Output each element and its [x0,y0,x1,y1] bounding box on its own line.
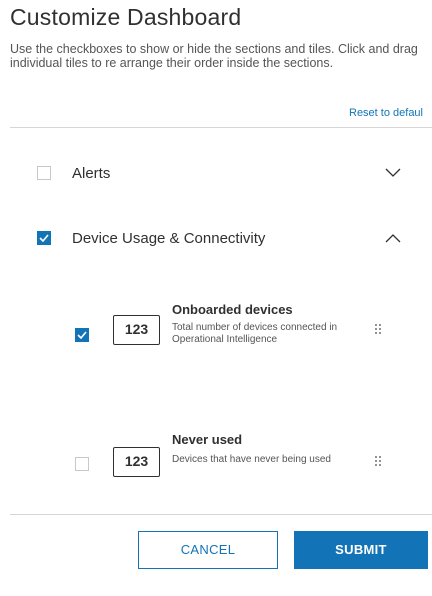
section-alerts: Alerts [0,160,432,190]
drag-handle-icon[interactable] [373,454,383,468]
section-alerts-label: Alerts [72,165,111,182]
checkmark-icon [77,331,87,339]
tile-onboarded-devices[interactable]: 123 Onboarded devices Total number of de… [0,300,432,380]
tile-onboarded-devices-badge: 123 [113,315,160,345]
submit-button[interactable]: SUBMIT [294,531,428,569]
drag-handle-icon[interactable] [373,322,383,336]
section-device-usage-label: Device Usage & Connectivity [72,230,266,247]
tile-never-used-description: Devices that have never being used [172,454,331,465]
section-device-usage: Device Usage & Connectivity [0,224,432,254]
checkmark-icon [39,234,49,242]
section-device-usage-checkbox[interactable] [37,231,51,245]
tile-onboarded-devices-title: Onboarded devices [172,302,293,317]
cancel-button[interactable]: CANCEL [138,531,278,569]
section-alerts-checkbox[interactable] [37,166,51,180]
tile-never-used-badge: 123 [113,447,160,477]
tile-never-used[interactable]: 123 Never used Devices that have never b… [0,430,432,490]
tile-onboarded-devices-description: Total number of devices connected in Ope… [172,322,338,345]
tile-never-used-checkbox[interactable] [75,457,89,471]
tile-never-used-title: Never used [172,432,243,447]
footer-divider [10,514,432,515]
reset-to-default-link[interactable]: Reset to defaul [349,107,423,119]
page-title: Customize Dashboard [10,4,242,30]
page-description: Use the checkboxes to show or hide the s… [10,42,418,70]
tile-onboarded-devices-checkbox[interactable] [75,328,89,342]
header-divider [10,127,432,128]
chevron-up-icon[interactable] [383,232,403,246]
chevron-down-icon[interactable] [383,166,403,180]
